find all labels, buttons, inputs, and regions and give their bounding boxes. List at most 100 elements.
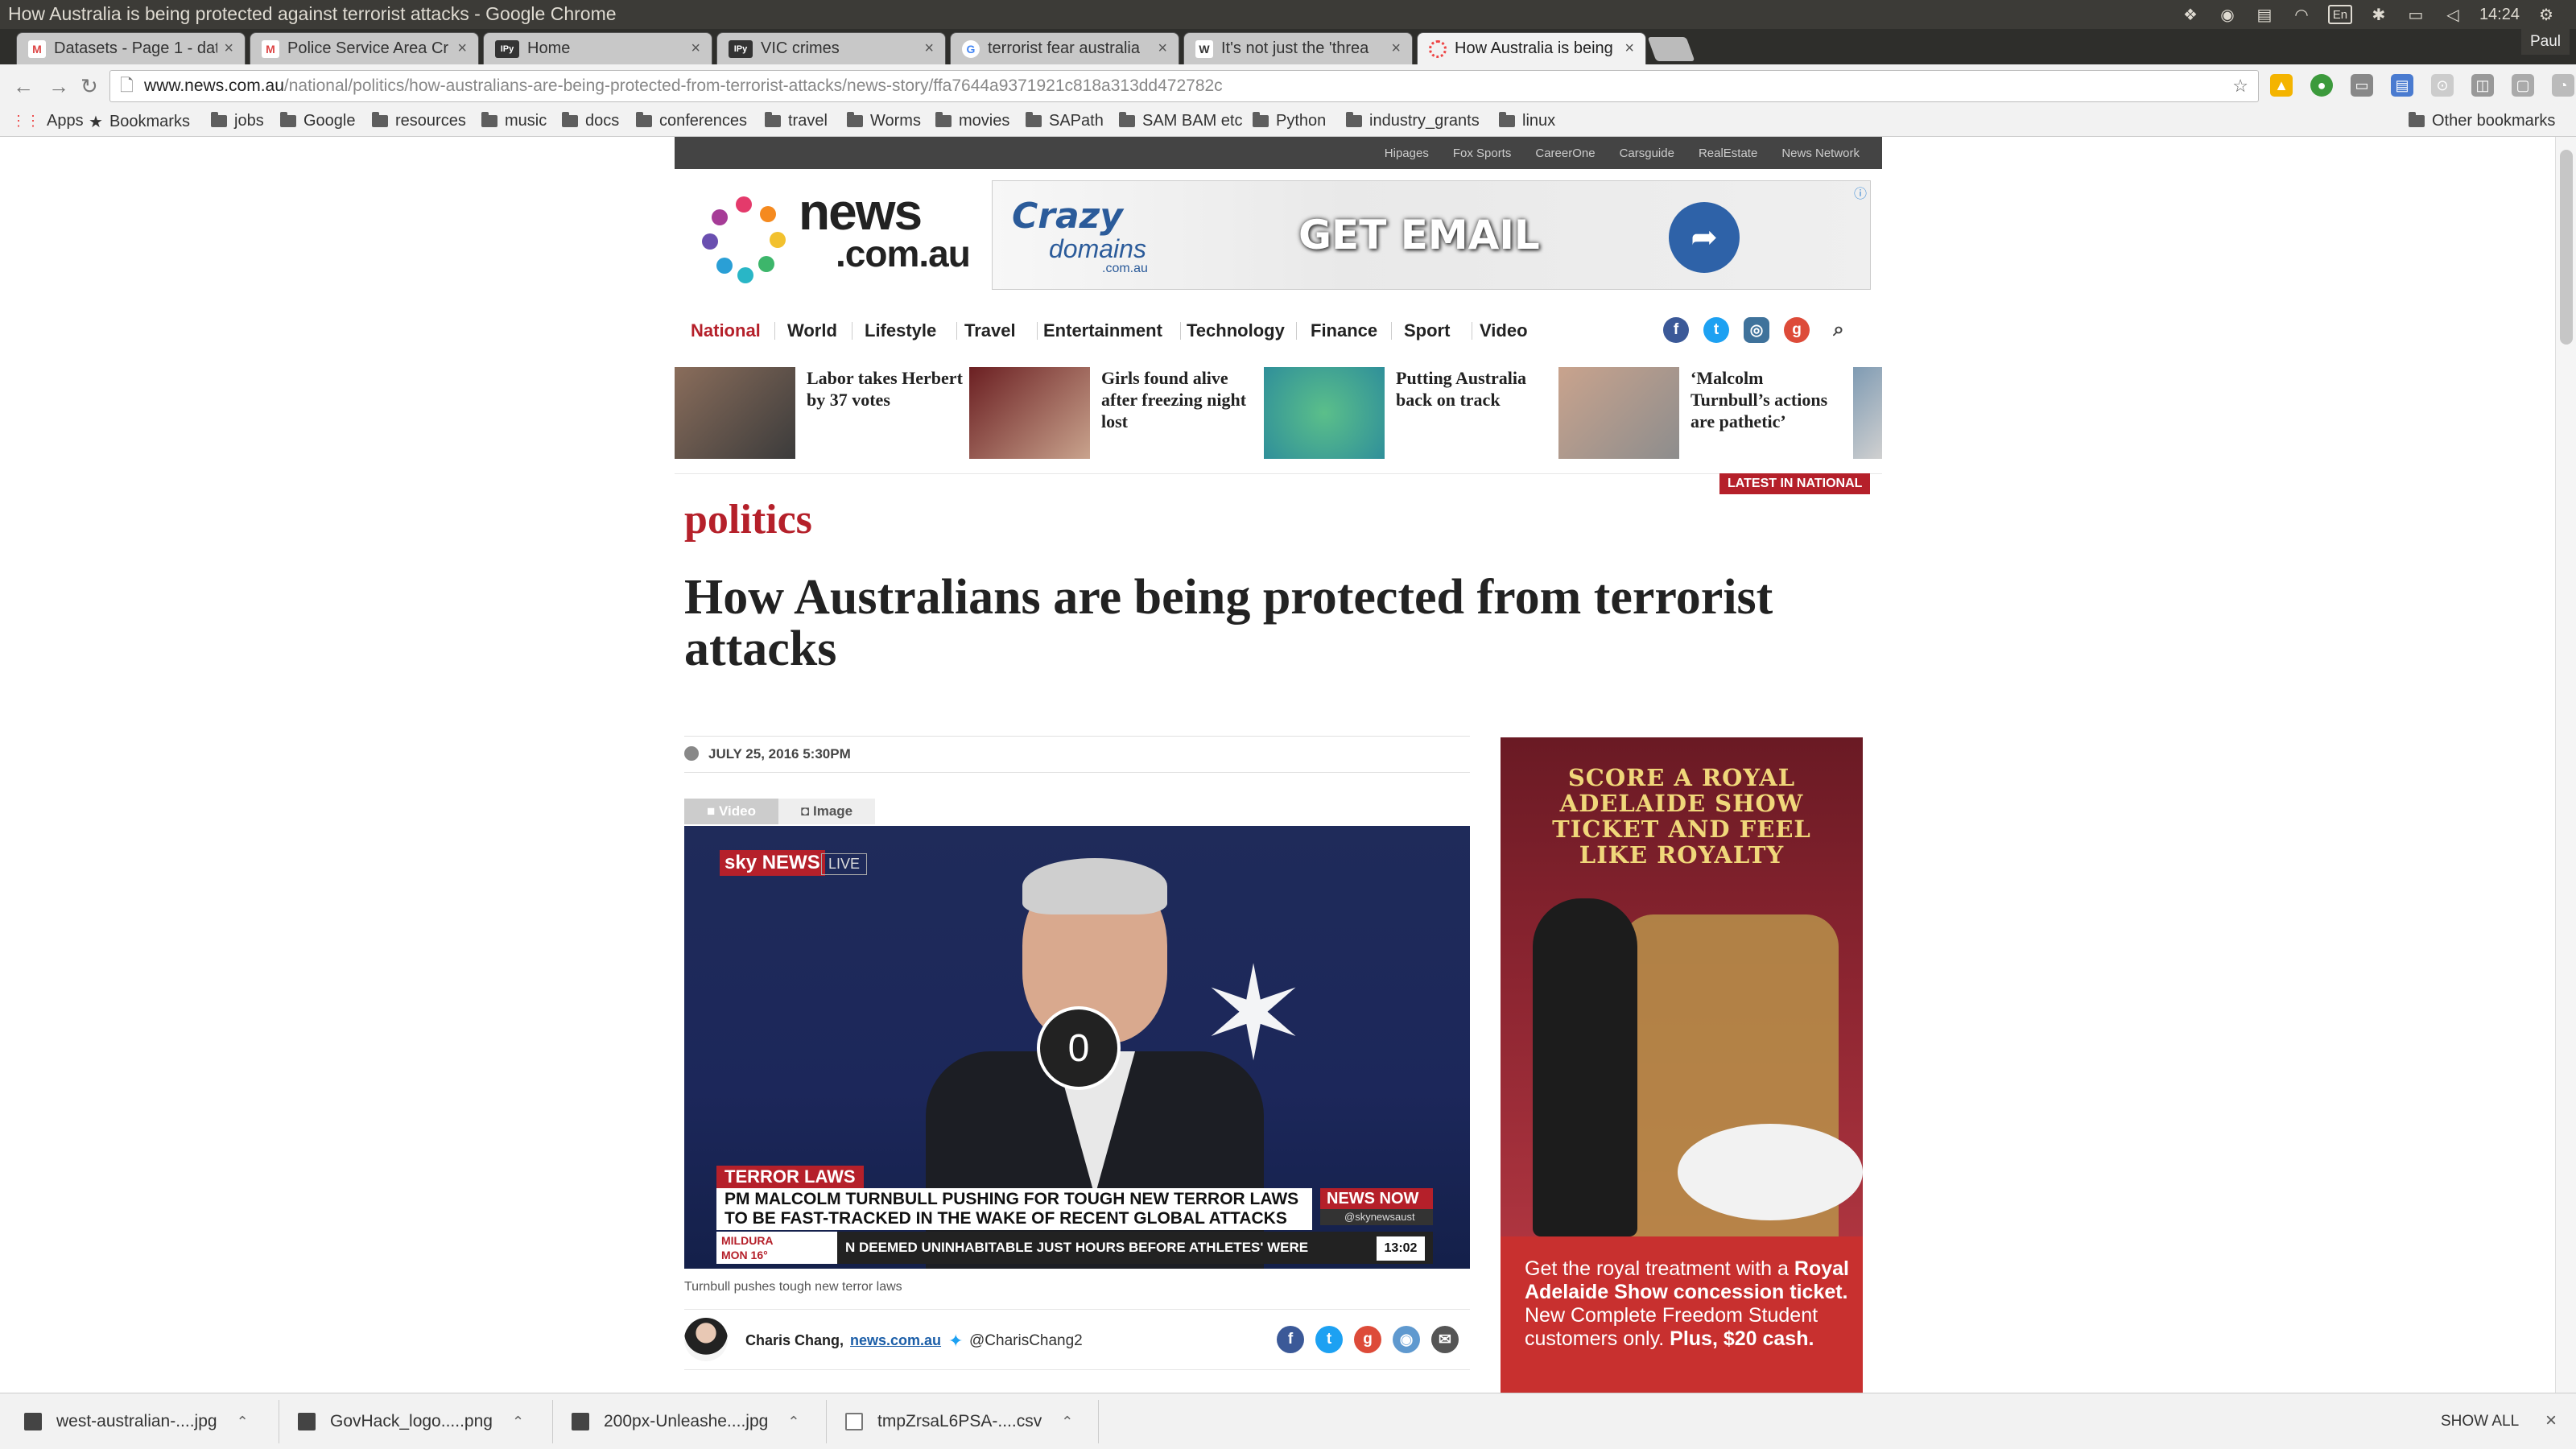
tab-video[interactable]: ■ Video <box>684 799 778 824</box>
latest-story[interactable]: Putting Australia back on track <box>1264 367 1554 459</box>
bookmark-folder[interactable]: Worms <box>847 112 921 130</box>
share-twitter-icon[interactable]: t <box>1315 1326 1343 1353</box>
bookmark-folder[interactable]: music <box>481 112 547 130</box>
rss-extension-icon[interactable]: ◔ <box>2552 74 2574 97</box>
facebook-icon[interactable]: f <box>1663 317 1689 343</box>
play-button[interactable]: 0 <box>1037 1006 1121 1090</box>
bookmark-folder[interactable]: movies <box>935 112 1009 130</box>
browser-tab[interactable]: W It's not just the 'threa × <box>1183 32 1413 64</box>
green-extension-icon[interactable]: ● <box>2310 74 2333 97</box>
download-item[interactable]: west-australian-....jpg ⌃ <box>24 1403 249 1440</box>
nav-finance[interactable]: Finance <box>1311 320 1377 341</box>
nav-video[interactable]: Video <box>1480 320 1528 341</box>
settings-gear-icon[interactable]: ⚙ <box>2536 6 2557 24</box>
browser-tab[interactable]: M Police Service Area Cr × <box>250 32 479 64</box>
extension-icon[interactable]: ▢ <box>2512 74 2534 97</box>
section-label[interactable]: politics <box>684 496 812 543</box>
chevron-up-icon[interactable]: ⌃ <box>237 1414 249 1430</box>
show-all-downloads-button[interactable]: SHOW ALL <box>2441 1413 2519 1430</box>
instagram-icon[interactable]: ◎ <box>1744 317 1769 343</box>
bookmark-folder[interactable]: jobs <box>211 112 264 130</box>
page-info-icon[interactable]: 🗋 <box>120 71 134 101</box>
close-tab-icon[interactable]: × <box>924 39 934 58</box>
browser-tab-active[interactable]: How Australia is being × <box>1417 32 1646 64</box>
nav-sport[interactable]: Sport <box>1404 320 1450 341</box>
nav-travel[interactable]: Travel <box>964 320 1016 341</box>
latest-story[interactable]: Girls found alive after freezing night l… <box>969 367 1259 459</box>
scrollbar-thumb[interactable] <box>2560 150 2573 345</box>
cast-icon[interactable]: ▭ <box>2351 74 2373 97</box>
video-player[interactable]: ✶ sky NEWS LIVE 0 TERROR LAWS PM MALCOLM… <box>684 826 1470 1269</box>
bookmark-folder[interactable]: SAM BAM etc <box>1119 112 1242 130</box>
bluetooth-icon[interactable]: ✱ <box>2368 6 2389 24</box>
banner-ad[interactable]: Crazy domains .com.au GET EMAIL ➦ ⓘ <box>992 180 1871 290</box>
author-avatar[interactable] <box>684 1318 728 1361</box>
other-bookmarks-folder[interactable]: Other bookmarks <box>2409 112 2555 130</box>
tab-image[interactable]: ◘ Image <box>778 799 876 824</box>
keyboard-lang-indicator[interactable]: En <box>2327 5 2352 24</box>
share-facebook-icon[interactable]: f <box>1277 1326 1304 1353</box>
nav-entertainment[interactable]: Entertainment <box>1043 320 1162 341</box>
nav-lifestyle[interactable]: Lifestyle <box>865 320 936 341</box>
close-tab-icon[interactable]: × <box>1391 39 1401 58</box>
page-scrollbar[interactable] <box>2555 137 2576 1393</box>
story-thumbnail-partial[interactable] <box>1853 367 1882 459</box>
network-link[interactable]: CareerOne <box>1535 147 1595 160</box>
sidebar-ad[interactable]: SCORE A ROYAL ADELAIDE SHOW TICKET AND F… <box>1501 737 1863 1393</box>
network-link[interactable]: Carsguide <box>1620 147 1674 160</box>
new-tab-button[interactable] <box>1647 37 1695 61</box>
nav-world[interactable]: World <box>787 320 837 341</box>
browser-tab[interactable]: IPy VIC crimes × <box>716 32 946 64</box>
download-item[interactable]: GovHack_logo.....png ⌃ <box>298 1403 524 1440</box>
site-logo[interactable]: news .com.au <box>700 186 971 283</box>
network-link[interactable]: Fox Sports <box>1453 147 1512 160</box>
network-link[interactable]: RealEstate <box>1699 147 1757 160</box>
back-icon[interactable]: ← <box>13 74 34 99</box>
volume-icon[interactable]: ◁ <box>2442 6 2463 24</box>
network-link[interactable]: Hipages <box>1385 147 1429 160</box>
ad-info-icon[interactable]: ⓘ <box>1854 183 1867 202</box>
latest-in-national-badge[interactable]: LATEST IN NATIONAL <box>1719 473 1871 494</box>
bookmarks-shortcut[interactable]: ★ Bookmarks <box>89 112 190 132</box>
nav-technology[interactable]: Technology <box>1187 320 1285 341</box>
bookmark-folder[interactable]: Python <box>1253 112 1326 130</box>
chrome-icon[interactable]: ◉ <box>2217 6 2238 24</box>
close-tab-icon[interactable]: × <box>691 39 700 58</box>
nav-national[interactable]: National <box>691 320 761 341</box>
reload-icon[interactable]: ↻ <box>80 74 98 99</box>
twitter-icon[interactable]: t <box>1703 317 1729 343</box>
browser-tab[interactable]: M Datasets - Page 1 - dat × <box>16 32 246 64</box>
close-tab-icon[interactable]: × <box>224 39 233 58</box>
bookmark-folder[interactable]: Google <box>280 112 356 130</box>
extension-icon[interactable]: ⊙ <box>2431 74 2454 97</box>
docs-extension-icon[interactable]: ▤ <box>2391 74 2413 97</box>
screen-icon[interactable]: ▤ <box>2254 6 2275 24</box>
download-item[interactable]: tmpZrsaL6PSA-....csv ⌃ <box>845 1403 1073 1440</box>
apps-shortcut[interactable]: ⋮⋮ Apps <box>11 112 84 130</box>
chevron-up-icon[interactable]: ⌃ <box>512 1414 524 1430</box>
extension-icon[interactable]: ◫ <box>2471 74 2494 97</box>
share-email-icon[interactable]: ✉ <box>1431 1326 1459 1353</box>
chevron-up-icon[interactable]: ⌃ <box>1061 1414 1073 1430</box>
search-icon[interactable]: ⌕ <box>1826 317 1852 343</box>
forward-icon[interactable]: → <box>48 74 69 99</box>
bookmark-folder[interactable]: conferences <box>636 112 747 130</box>
browser-tab[interactable]: G terrorist fear australia × <box>950 32 1179 64</box>
drive-extension-icon[interactable]: ▲ <box>2270 74 2293 97</box>
close-icon[interactable]: × <box>2545 1410 2557 1432</box>
battery-icon[interactable]: ▭ <box>2405 6 2426 24</box>
address-bar[interactable]: 🗋 www.news.com.au/national/politics/how-… <box>109 70 2259 102</box>
ad-arrow-icon[interactable]: ➦ <box>1669 202 1740 273</box>
latest-story[interactable]: Labor takes Herbert by 37 votes <box>675 367 964 459</box>
download-item[interactable]: 200px-Unleashe....jpg ⌃ <box>572 1403 799 1440</box>
chevron-up-icon[interactable]: ⌃ <box>787 1414 799 1430</box>
profile-button[interactable]: Paul <box>2521 29 2570 55</box>
close-tab-icon[interactable]: × <box>457 39 467 58</box>
browser-tab[interactable]: IPy Home × <box>483 32 712 64</box>
close-tab-icon[interactable]: × <box>1158 39 1167 58</box>
bookmark-star-icon[interactable]: ☆ <box>2232 71 2248 101</box>
author-twitter-handle[interactable]: @CharisChang2 <box>969 1332 1083 1350</box>
bookmark-folder[interactable]: resources <box>372 112 466 130</box>
bookmark-folder[interactable]: docs <box>562 112 619 130</box>
bookmark-folder[interactable]: SAPath <box>1026 112 1104 130</box>
